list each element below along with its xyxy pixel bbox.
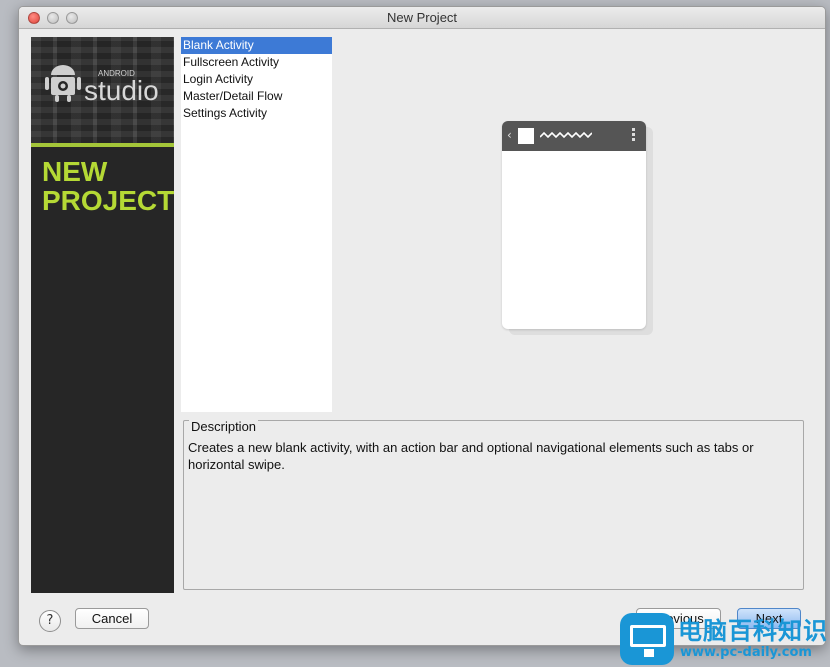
brand-divider [31, 143, 174, 147]
list-item-settings-activity[interactable]: Settings Activity [181, 105, 332, 122]
list-item-blank-activity[interactable]: Blank Activity [181, 37, 332, 54]
site-watermark: 电脑百科知识 www.pc-daily.com [616, 611, 830, 667]
list-item-master-detail-flow[interactable]: Master/Detail Flow [181, 88, 332, 105]
title-bar: New Project [19, 7, 825, 29]
brand-studio-label: studio [84, 75, 159, 106]
overflow-menu-icon [632, 128, 636, 143]
watermark-title: 电脑百科知识 [678, 617, 828, 645]
android-robot-icon [45, 65, 81, 102]
new-project-window: New Project ANDROID studio NEW PROJECT B… [18, 6, 826, 646]
monitor-logo-icon [620, 613, 674, 665]
list-item-fullscreen-activity[interactable]: Fullscreen Activity [181, 54, 332, 71]
activity-preview: ‹ [502, 121, 646, 329]
brand-heading-line2: PROJECT [42, 185, 174, 216]
title-squiggle-icon [540, 131, 592, 139]
app-icon [518, 128, 534, 144]
brand-heading-line1: NEW [42, 156, 108, 187]
watermark-url: www.pc-daily.com [680, 645, 812, 660]
back-chevron-icon: ‹ [507, 128, 512, 142]
preview-action-bar: ‹ [502, 121, 646, 151]
window-title: New Project [386, 10, 458, 25]
cancel-button[interactable]: Cancel [75, 608, 149, 629]
list-item-login-activity[interactable]: Login Activity [181, 71, 332, 88]
brand-heading: NEW PROJECT [42, 156, 174, 216]
description-text: Creates a new blank activity, with an ac… [188, 440, 754, 472]
description-legend: Description [189, 419, 259, 434]
help-button[interactable]: ? [39, 610, 61, 632]
activity-template-list[interactable]: Blank Activity Fullscreen Activity Login… [181, 37, 332, 412]
brand-panel: ANDROID studio NEW PROJECT [31, 37, 174, 593]
